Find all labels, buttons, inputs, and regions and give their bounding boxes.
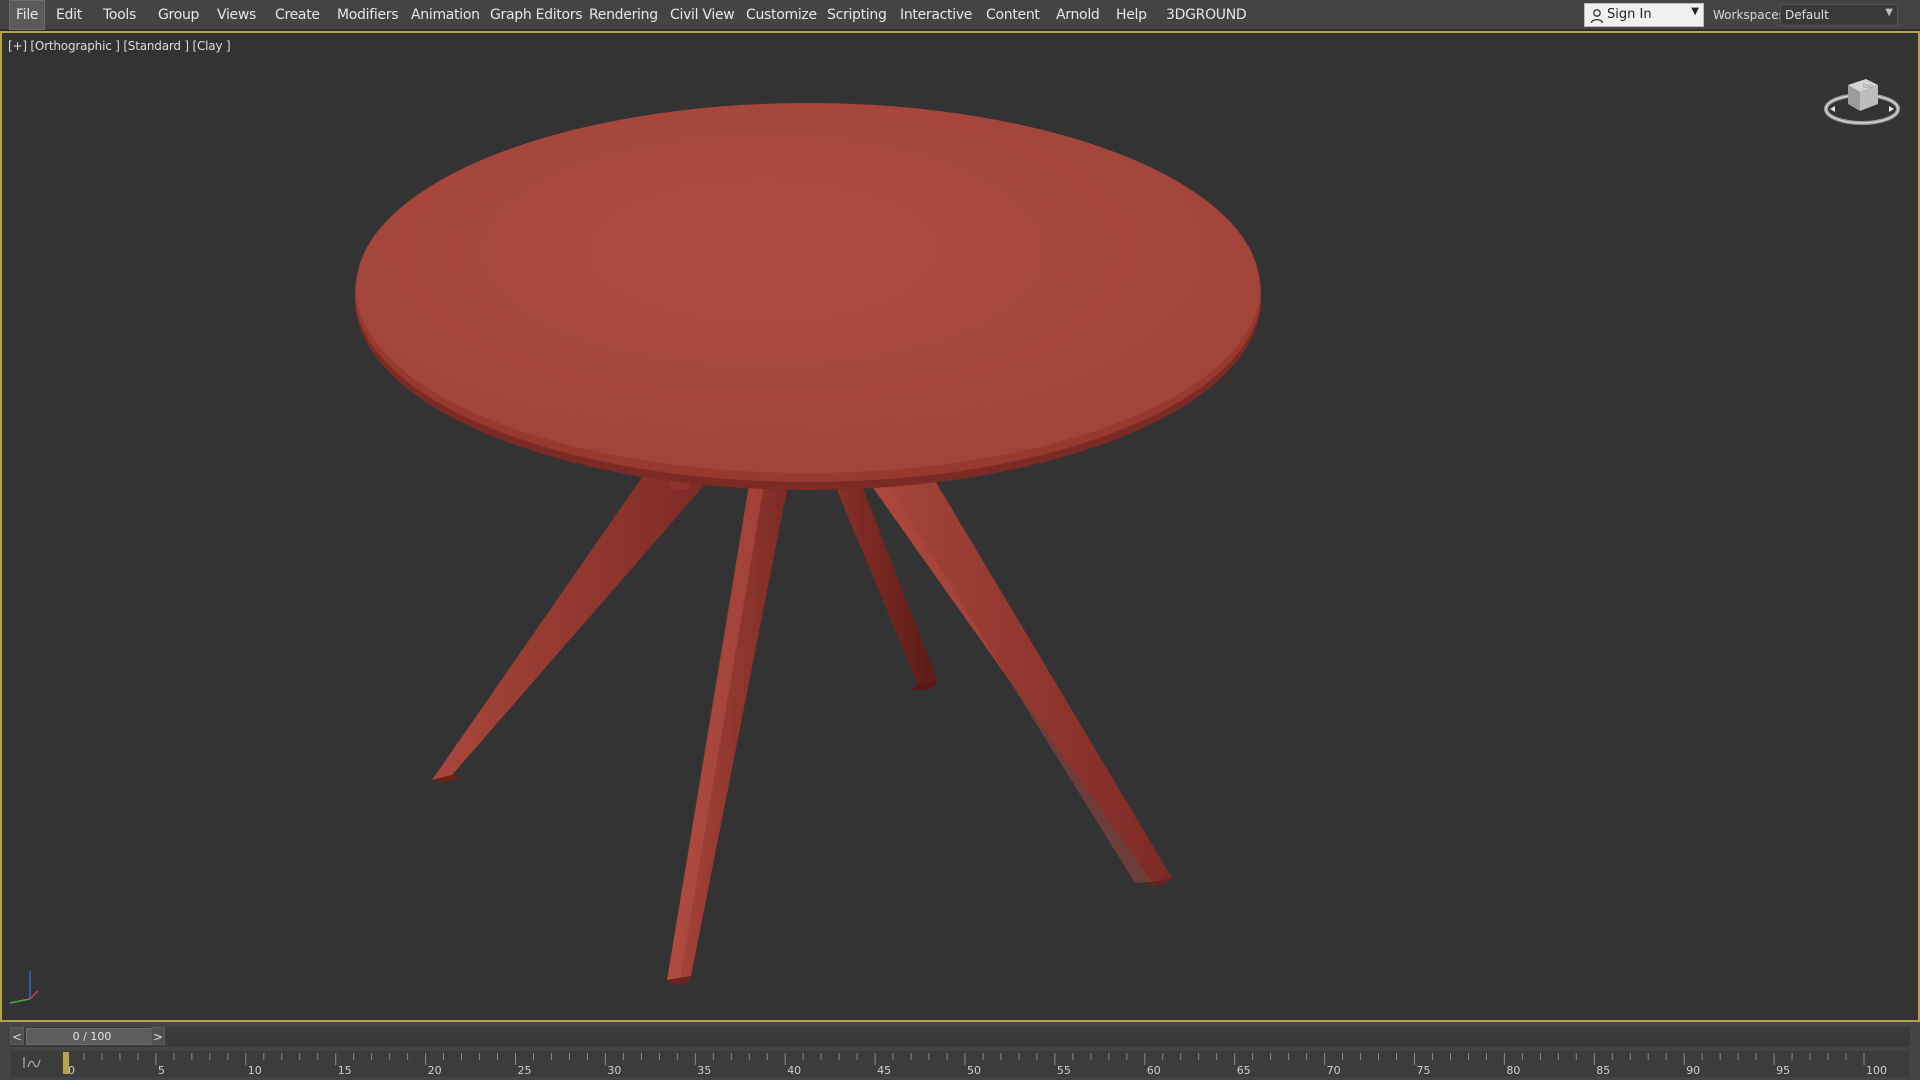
- ruler-tick-label: 40: [787, 1064, 801, 1077]
- workspace-value: Default: [1785, 8, 1829, 22]
- menu-content[interactable]: Content: [980, 0, 1046, 30]
- workspaces-select[interactable]: Default ▼: [1780, 4, 1898, 26]
- menu-bar: File Edit Tools Group Views Create Modif…: [0, 0, 1920, 30]
- menu-tools[interactable]: Tools: [97, 0, 142, 30]
- menu-arnold[interactable]: Arnold: [1050, 0, 1106, 30]
- menu-graph-editors[interactable]: Graph Editors: [484, 0, 588, 30]
- ruler-tick-label: 65: [1237, 1064, 1251, 1077]
- ruler-tick-label: 55: [1057, 1064, 1071, 1077]
- workspaces-label: Workspaces:: [1713, 8, 1789, 22]
- ruler-tick-label: 20: [428, 1064, 442, 1077]
- ruler-tick-label: 5: [158, 1064, 165, 1077]
- current-frame-marker[interactable]: [63, 1052, 69, 1074]
- axis-tripod-icon: [9, 971, 39, 1004]
- chevron-down-icon: ▼: [1691, 6, 1699, 17]
- menu-interactive[interactable]: Interactive: [894, 0, 978, 30]
- table-leg-front: [667, 485, 788, 985]
- menu-create[interactable]: Create: [269, 0, 326, 30]
- ruler-tick-label: 30: [607, 1064, 621, 1077]
- ruler-tick-label: 100: [1866, 1064, 1887, 1077]
- ruler-tick-label: 15: [338, 1064, 352, 1077]
- viewcube-face-label: top: [1863, 83, 1873, 90]
- menu-scripting[interactable]: Scripting: [821, 0, 893, 30]
- chevron-down-icon: ▼: [1885, 7, 1893, 18]
- ruler-tick-label: 90: [1686, 1064, 1700, 1077]
- time-slider-thumb[interactable]: 0 / 100: [26, 1028, 158, 1045]
- ruler-tick-label: 50: [967, 1064, 981, 1077]
- menu-customize[interactable]: Customize: [740, 0, 823, 30]
- ruler-tick-label: 60: [1147, 1064, 1161, 1077]
- track-bar[interactable]: 0 5 10 15 20 25 30 35 40 45 50 55 60 65 70 75 80 85 90 95 10…: [10, 1051, 1910, 1077]
- ruler-tick-label: 70: [1327, 1064, 1341, 1077]
- menu-views[interactable]: Views: [211, 0, 262, 30]
- next-frame-button[interactable]: >: [151, 1027, 165, 1045]
- menu-rendering[interactable]: Rendering: [583, 0, 664, 30]
- sign-in-dropdown[interactable]: Sign In ▼: [1584, 3, 1704, 27]
- ruler-tick-label: 85: [1596, 1064, 1610, 1077]
- table-leg-right: [864, 474, 1172, 886]
- frame-ruler: 0 5 10 15 20 25 30 35 40 45 50 55 60 65 70 75 80 85 90 95 10…: [63, 1052, 1887, 1077]
- viewcube-icon[interactable]: top: [1822, 65, 1902, 135]
- menu-3dground[interactable]: 3DGROUND: [1160, 0, 1252, 30]
- menu-help[interactable]: Help: [1110, 0, 1153, 30]
- ruler-tick-label: 35: [697, 1064, 711, 1077]
- menu-civil-view[interactable]: Civil View: [664, 0, 740, 30]
- ruler-tick-label: 10: [248, 1064, 262, 1077]
- perspective-viewport[interactable]: [+] [Orthographic ] [Standard ] [Clay ]: [0, 31, 1920, 1022]
- table-top: [355, 103, 1261, 490]
- menu-file[interactable]: File: [9, 0, 46, 30]
- menu-animation[interactable]: Animation: [405, 0, 486, 30]
- table-model[interactable]: [2, 33, 1918, 1020]
- ruler-tick-label: 0: [68, 1064, 75, 1077]
- timeline-panel: < 0 / 100 > 0 5 10 15 20 25 30 35 40 45 50 55 60 65 70…: [0, 1022, 1920, 1080]
- ruler-tick-label: 45: [877, 1064, 891, 1077]
- prev-frame-button[interactable]: <: [10, 1027, 24, 1045]
- menu-modifiers[interactable]: Modifiers: [331, 0, 404, 30]
- ruler-tick-label: 80: [1506, 1064, 1520, 1077]
- menu-group[interactable]: Group: [152, 0, 205, 30]
- menu-edit[interactable]: Edit: [50, 0, 88, 30]
- ruler-tick-label: 25: [518, 1064, 532, 1077]
- table-leg-left: [432, 473, 714, 782]
- ruler-tick-label: 75: [1417, 1064, 1431, 1077]
- time-slider[interactable]: < 0 / 100 >: [10, 1027, 1910, 1047]
- ruler-tick-label: 95: [1776, 1064, 1790, 1077]
- user-icon: [1590, 9, 1604, 24]
- app-window: File Edit Tools Group Views Create Modif…: [0, 0, 1920, 1080]
- sign-in-label: Sign In: [1607, 7, 1652, 22]
